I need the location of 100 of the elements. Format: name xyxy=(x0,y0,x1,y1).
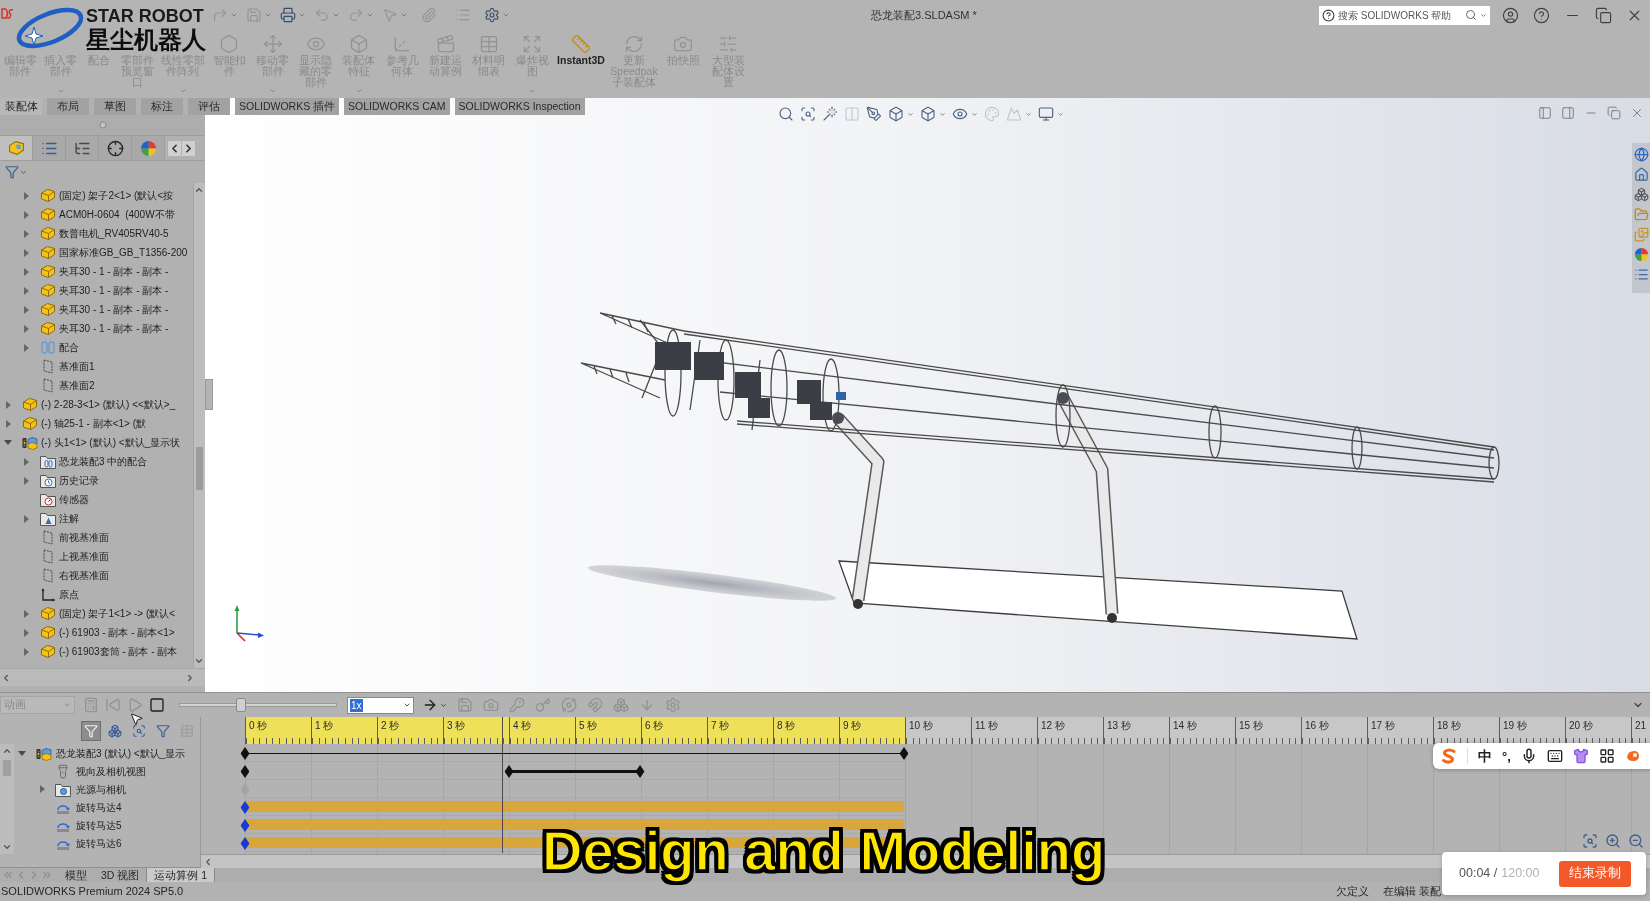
boxes-icon[interactable] xyxy=(1633,187,1649,202)
caret-down-icon[interactable] xyxy=(4,440,12,445)
tree-item[interactable]: 基准面1 xyxy=(0,357,193,376)
toolbar-button[interactable] xyxy=(888,106,914,122)
caret-right-icon[interactable] xyxy=(23,191,29,200)
toolbar-button[interactable] xyxy=(280,7,306,23)
vertical-scrollbar[interactable] xyxy=(193,183,205,668)
ribbon-tab[interactable]: 评估 xyxy=(188,98,230,115)
toolbar-button[interactable] xyxy=(149,697,165,713)
splitter-handle[interactable] xyxy=(205,379,213,410)
toolbar-button[interactable] xyxy=(952,106,978,122)
toolbar-button[interactable] xyxy=(822,106,838,122)
tree-item[interactable]: 恐龙装配3 中的配合 xyxy=(0,452,193,471)
caret-right-icon[interactable] xyxy=(23,514,29,523)
tree-item[interactable]: (-) 2-28-3<1> (默认) <<默认>_ xyxy=(0,395,193,414)
scrollbar-thumb[interactable] xyxy=(3,760,11,776)
ribbon-tab[interactable]: 布局 xyxy=(47,98,89,115)
restore-icon[interactable] xyxy=(1607,106,1621,120)
caret-right-icon[interactable] xyxy=(39,785,45,793)
ribbon-tab[interactable]: SOLIDWORKS 插件 xyxy=(235,98,340,115)
tree-item[interactable]: 光源与相机 xyxy=(14,780,200,798)
chevron-left-icon[interactable] xyxy=(1,672,11,683)
panel-left-icon[interactable] xyxy=(1538,106,1552,120)
caret-right-icon[interactable] xyxy=(23,229,29,238)
tree-item[interactable]: 右视基准面 xyxy=(0,566,193,585)
shirt-icon[interactable] xyxy=(1572,748,1589,764)
tree-item[interactable]: 夹耳30 - 1 - 副本 - 副本 - xyxy=(0,262,193,281)
list-icon[interactable] xyxy=(1633,267,1649,282)
folder-open-icon[interactable] xyxy=(1633,207,1649,222)
tree-item[interactable]: (固定) 架子1<1> -> (默认< xyxy=(0,604,193,623)
color-wheel-icon[interactable] xyxy=(139,139,157,157)
drag-handle-icon[interactable] xyxy=(98,121,107,129)
tree-item[interactable]: (-) 61903 - 副本 - 副本<1> xyxy=(0,623,193,642)
chevron-right-icon[interactable] xyxy=(182,140,195,156)
keyframe-icon[interactable] xyxy=(240,819,250,832)
caret-right-icon[interactable] xyxy=(23,248,29,257)
scrollbar-thumb[interactable] xyxy=(196,447,203,490)
tree-item[interactable]: (-) 轴25-1 - 副本<1> (默 xyxy=(0,414,193,433)
tree-item[interactable]: ACM0H-0604 (400W不带 xyxy=(0,205,193,224)
keyframe-icon[interactable] xyxy=(240,765,250,778)
tree-item[interactable]: 数普电机_RV405RV40-5 xyxy=(0,224,193,243)
toolbar-button[interactable] xyxy=(1038,106,1064,122)
caret-right-icon[interactable] xyxy=(23,476,29,485)
close-icon[interactable] xyxy=(1630,106,1644,120)
chevron-up-icon[interactable] xyxy=(194,185,204,195)
tree-item[interactable]: (固定) 架子2<1> (默认<按 xyxy=(0,186,193,205)
tree-item[interactable]: 国家标准GB_GB_T1356-200 xyxy=(0,243,193,262)
keyframe-icon[interactable] xyxy=(240,801,250,814)
ribbon-tab[interactable]: 标注 xyxy=(141,98,183,115)
caret-right-icon[interactable] xyxy=(23,457,29,466)
tree-item[interactable]: 恐龙装配3 (默认) <默认_显示 xyxy=(14,744,200,762)
caret-right-icon[interactable] xyxy=(23,267,29,276)
tree-item[interactable]: 旋转马达6 xyxy=(14,834,200,852)
emblem-icon[interactable] xyxy=(1624,748,1641,764)
caret-right-icon[interactable] xyxy=(23,324,29,333)
toolbar-button[interactable]: Instant3D xyxy=(554,30,608,98)
caret-right-icon[interactable] xyxy=(5,400,11,409)
speed-dropdown[interactable]: 1x xyxy=(347,696,414,714)
caret-right-icon[interactable] xyxy=(23,609,29,618)
chevron-down-icon[interactable] xyxy=(194,656,204,666)
tree-item[interactable]: (-) 头1<1> (默认) <默认_显示状 xyxy=(0,433,193,452)
logo-icon[interactable] xyxy=(1441,748,1457,764)
toolbar-button[interactable] xyxy=(920,106,946,122)
tree-item[interactable]: 历史记录 xyxy=(0,471,193,490)
tree-item[interactable]: 上视基准面 xyxy=(0,547,193,566)
input-mode-toggle[interactable]: 中 xyxy=(1478,749,1492,763)
ribbon-tab[interactable]: 草图 xyxy=(94,98,136,115)
tree-item[interactable]: (-) 61903套筒 - 副本 - 副本 xyxy=(0,642,193,661)
caret-icon[interactable] xyxy=(1480,11,1487,19)
double-chevron-right-icon[interactable] xyxy=(41,869,53,881)
search-field[interactable]: 搜索 SOLIDWORKS 帮助 xyxy=(1319,5,1490,25)
keyframe-icon[interactable] xyxy=(240,747,250,760)
globe-icon[interactable] xyxy=(1633,147,1649,162)
caret-right-icon[interactable] xyxy=(23,628,29,637)
tree-item[interactable]: 旋转马达4 xyxy=(14,798,200,816)
caret-right-icon[interactable] xyxy=(23,286,29,295)
tree-item[interactable]: 旋转马达5 xyxy=(14,816,200,834)
bottom-tab[interactable]: 模型 xyxy=(58,868,94,882)
tree-item[interactable]: 视向及相机视图 xyxy=(14,762,200,780)
chevron-down-icon[interactable] xyxy=(2,842,12,852)
zoom-out-icon[interactable] xyxy=(1628,833,1644,849)
chevron-up-icon[interactable] xyxy=(2,746,12,756)
panel-tab[interactable] xyxy=(99,136,132,160)
tree-item[interactable]: 配合 xyxy=(0,338,193,357)
keyboard-icon[interactable] xyxy=(1546,748,1563,764)
toolbar-button[interactable] xyxy=(778,106,794,122)
ribbon-tab[interactable]: 装配体 xyxy=(0,98,42,115)
grid-icon[interactable] xyxy=(1598,748,1615,764)
restore-icon[interactable] xyxy=(1595,6,1612,24)
panel-tab[interactable] xyxy=(0,136,33,160)
help-icon[interactable] xyxy=(1533,6,1550,24)
tree-item[interactable]: 夹耳30 - 1 - 副本 - 副本 - xyxy=(0,281,193,300)
bottom-tab[interactable]: 运动算例 1 xyxy=(146,868,216,882)
panel-tab[interactable] xyxy=(132,136,165,160)
double-chevron-left-icon[interactable] xyxy=(2,869,14,881)
keyframe-icon[interactable] xyxy=(635,765,645,778)
vertical-scrollbar[interactable] xyxy=(0,744,14,854)
bottom-tab[interactable]: 3D 视图 xyxy=(94,868,147,882)
toolbar-button[interactable] xyxy=(422,697,447,713)
search-icon[interactable] xyxy=(1465,9,1477,21)
